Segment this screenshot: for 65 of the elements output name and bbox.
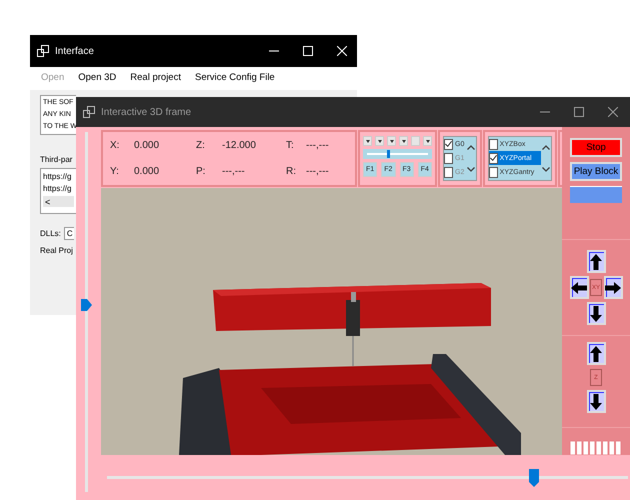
jog-left-button[interactable]	[570, 276, 588, 299]
coordinate-label: X:	[110, 140, 120, 151]
scroll-down-icon[interactable]	[466, 166, 475, 172]
arrow-icon	[590, 346, 602, 362]
caret-icon	[402, 140, 406, 142]
horizontal-scrollbar[interactable]: <	[43, 196, 74, 207]
coordinate-label: P:	[196, 166, 206, 178]
dlls-label: DLLs:	[40, 229, 61, 238]
coordinate-label: R:	[286, 166, 297, 178]
dropdown-button[interactable]	[399, 136, 408, 146]
link-text: https://g	[43, 171, 72, 183]
arrow-icon	[571, 282, 587, 294]
coordinate-value: 0.000	[134, 166, 160, 178]
jog-right-button[interactable]	[604, 276, 622, 299]
scroll-down-icon[interactable]	[542, 166, 550, 172]
app-icon	[37, 45, 49, 57]
slider-thumb[interactable]	[529, 469, 540, 487]
window-title: Interface	[55, 46, 95, 56]
arrow-icon	[605, 282, 621, 294]
check-icon	[445, 140, 452, 148]
menu-item[interactable]: Real project	[130, 72, 181, 90]
dropdown-button[interactable]	[363, 136, 372, 146]
caret-icon	[390, 140, 394, 142]
coordinate-label: T:	[286, 140, 295, 151]
menu-item[interactable]: Service Config File	[194, 72, 275, 90]
play-block-button[interactable]: Play Block	[570, 162, 622, 181]
checkbox[interactable]	[488, 152, 498, 164]
dropdown-button[interactable]	[423, 136, 432, 146]
dlls-dropdown[interactable]: C	[64, 227, 74, 240]
indicator-strip-drawing	[570, 441, 622, 455]
checkbox[interactable]	[488, 138, 498, 150]
slider-thumb[interactable]	[81, 298, 92, 311]
caret-icon	[366, 140, 370, 142]
app-icon	[83, 106, 95, 118]
slider-thumb[interactable]	[387, 150, 390, 158]
real-project-label: Real Proj	[40, 246, 74, 255]
third-party-label: Third-par	[40, 155, 74, 164]
caret-icon	[426, 140, 430, 142]
coordinate-value: ---,---	[222, 166, 246, 178]
jog-down-button[interactable]	[586, 302, 606, 325]
dropdown-button[interactable]	[387, 136, 396, 146]
window-title: Interactive 3D frame	[101, 106, 192, 118]
coordinate-label: Z:	[196, 140, 206, 151]
checkbox[interactable]	[444, 138, 453, 150]
scroll-left-arrow[interactable]: <	[45, 196, 50, 206]
coordinate-value: -12.000	[222, 140, 257, 151]
coordinate-value: 0.000	[134, 140, 160, 151]
check-icon	[490, 154, 497, 162]
checkbox[interactable]	[488, 166, 498, 178]
menu-item[interactable]: Open 3D	[78, 72, 116, 90]
link-text: https://g	[43, 183, 72, 195]
scroll-up-icon[interactable]	[466, 145, 475, 150]
jog-down-button[interactable]	[586, 390, 606, 413]
coordinate-value: ---,---	[306, 140, 330, 151]
arrow-icon	[590, 394, 602, 410]
stop-button[interactable]: Stop	[570, 138, 622, 157]
arrow-icon	[590, 254, 602, 270]
arrow-icon	[590, 306, 602, 322]
dropdown-button[interactable]	[375, 136, 384, 146]
coordinate-value: ---,---	[306, 166, 330, 178]
jog-up-button[interactable]	[586, 250, 606, 273]
coordinate-label: Y:	[110, 166, 120, 178]
scroll-up-icon[interactable]	[542, 145, 550, 150]
caret-icon	[378, 140, 382, 142]
jog-up-button[interactable]	[586, 342, 606, 365]
